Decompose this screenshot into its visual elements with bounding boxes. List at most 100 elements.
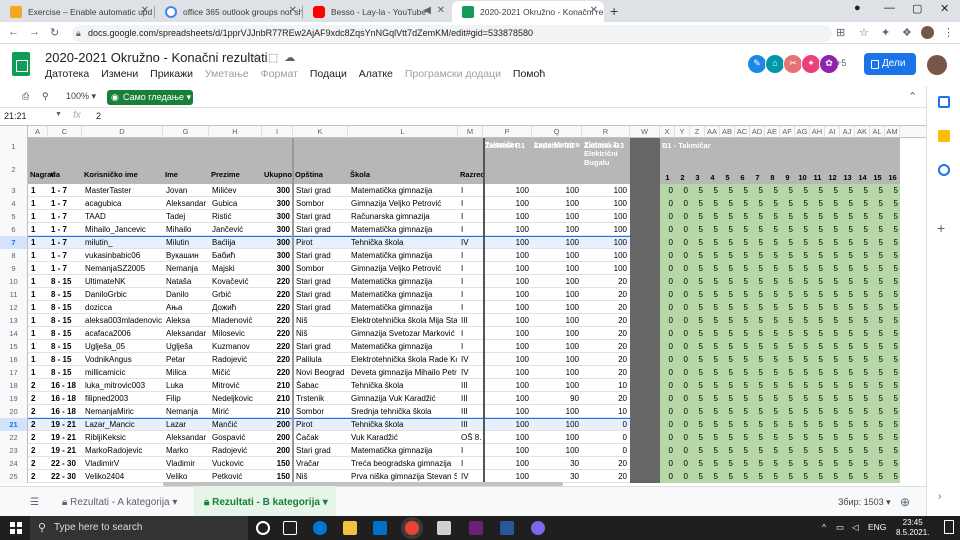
table-cell[interactable]: 19 - 21 [51, 446, 81, 455]
table-cell[interactable]: 10 [582, 407, 627, 416]
table-cell[interactable]: RibljiKeksic [85, 433, 162, 442]
score-cell[interactable]: 5 [720, 368, 733, 377]
table-cell[interactable]: 2 [31, 433, 47, 442]
table-cell[interactable]: 210 [262, 381, 290, 390]
table-cell[interactable]: 220 [262, 368, 290, 377]
puzzle-icon[interactable]: ❖ [902, 26, 912, 39]
table-cell[interactable]: Вукашин [166, 251, 208, 260]
score-cell[interactable]: 5 [735, 238, 748, 247]
table-cell[interactable]: Petar [166, 355, 208, 364]
score-cell[interactable]: 0 [660, 394, 673, 403]
score-cell[interactable]: 5 [780, 381, 793, 390]
table-cell[interactable]: 100 [483, 407, 529, 416]
table-cell[interactable]: 100 [532, 316, 579, 325]
table-cell[interactable]: VodnikAngus [85, 355, 162, 364]
column-header[interactable]: AJ [840, 126, 855, 138]
score-cell[interactable]: 5 [840, 329, 853, 338]
row-header[interactable]: 11 [0, 288, 28, 301]
score-cell[interactable]: 5 [825, 238, 838, 247]
score-cell[interactable]: 5 [840, 290, 853, 299]
table-cell[interactable]: aleksa003mladenovic [85, 316, 162, 325]
table-cell[interactable]: Stari grad [296, 251, 347, 260]
score-cell[interactable]: 5 [840, 394, 853, 403]
row-header[interactable]: 12 [0, 301, 28, 314]
score-cell[interactable]: 5 [855, 355, 868, 364]
table-cell[interactable]: Gimnazija Veljko Petrović [351, 264, 457, 273]
score-cell[interactable]: 5 [690, 420, 703, 429]
score-cell[interactable]: 0 [660, 212, 673, 221]
score-cell[interactable]: 5 [885, 381, 898, 390]
score-cell[interactable]: 5 [795, 316, 808, 325]
score-cell[interactable]: 5 [705, 212, 718, 221]
score-cell[interactable]: 5 [795, 212, 808, 221]
sheet-tab-a[interactable]: 🔒︎ Rezultati - A kategorija ▾ [62, 497, 177, 508]
score-cell[interactable]: 0 [675, 394, 688, 403]
score-cell[interactable]: 5 [810, 277, 823, 286]
more-collaborators[interactable]: +5 [836, 58, 846, 68]
score-cell[interactable]: 0 [675, 446, 688, 455]
column-header[interactable]: AI [825, 126, 840, 138]
table-cell[interactable]: Milutin [166, 238, 208, 247]
share-button[interactable]: Дели [864, 53, 916, 75]
column-header[interactable]: R [582, 126, 630, 138]
table-cell[interactable]: Šabac [296, 381, 347, 390]
table-cell[interactable]: 8 - 15 [51, 277, 81, 286]
profile-avatar[interactable] [921, 26, 934, 39]
table-cell[interactable]: 2 [31, 394, 47, 403]
score-cell[interactable]: 5 [750, 433, 763, 442]
score-cell[interactable]: 5 [735, 212, 748, 221]
table-cell[interactable]: Srednja tehnička škola [351, 407, 457, 416]
row-header[interactable]: 20 [0, 405, 28, 418]
table-cell[interactable]: Matematička gimnazija [351, 342, 457, 351]
score-cell[interactable]: 5 [825, 381, 838, 390]
column-header[interactable]: AL [870, 126, 885, 138]
table-cell[interactable]: 20 [582, 394, 627, 403]
table-cell[interactable]: 300 [262, 186, 290, 195]
score-cell[interactable]: 5 [840, 420, 853, 429]
browser-tab[interactable]: Besso - Lay-la - YouTube ◀ ✕ [303, 1, 451, 22]
score-cell[interactable]: 5 [840, 355, 853, 364]
score-cell[interactable]: 5 [690, 316, 703, 325]
table-cell[interactable]: 220 [262, 290, 290, 299]
table-cell[interactable]: 100 [532, 407, 579, 416]
score-cell[interactable]: 5 [825, 277, 838, 286]
table-cell[interactable]: Mičić [212, 368, 261, 377]
table-cell[interactable]: Jančević [212, 225, 261, 234]
score-cell[interactable]: 0 [675, 355, 688, 364]
table-cell[interactable]: 8 - 15 [51, 290, 81, 299]
score-cell[interactable]: 5 [840, 459, 853, 468]
score-cell[interactable]: 5 [765, 303, 778, 312]
table-cell[interactable]: 1 [31, 212, 47, 221]
table-cell[interactable]: I [461, 251, 482, 260]
score-cell[interactable]: 0 [675, 368, 688, 377]
score-cell[interactable]: 5 [795, 472, 808, 481]
score-cell[interactable]: 5 [735, 277, 748, 286]
score-cell[interactable]: 5 [840, 238, 853, 247]
score-cell[interactable]: 5 [735, 303, 748, 312]
table-cell[interactable]: 100 [582, 186, 627, 195]
menu-help[interactable]: Помоћ [513, 68, 545, 80]
table-cell[interactable]: I [461, 199, 482, 208]
url-field[interactable]: 🔒︎ docs.google.com/spreadsheets/d/1pprVJ… [72, 25, 832, 42]
table-cell[interactable]: 30 [532, 472, 579, 481]
score-cell[interactable]: 5 [795, 277, 808, 286]
formula-input[interactable]: 2 [96, 111, 101, 121]
table-cell[interactable]: Mančić [212, 420, 261, 429]
score-cell[interactable]: 5 [795, 459, 808, 468]
table-cell[interactable]: 100 [582, 238, 627, 247]
table-cell[interactable]: Filip [166, 394, 208, 403]
score-cell[interactable]: 5 [765, 264, 778, 273]
table-cell[interactable]: 1 [31, 277, 47, 286]
table-cell[interactable]: Računarska gimnazija [351, 212, 457, 221]
table-cell[interactable]: Vračar [296, 459, 347, 468]
table-cell[interactable]: 100 [532, 212, 579, 221]
score-cell[interactable]: 5 [705, 433, 718, 442]
column-header[interactable]: Q [532, 126, 582, 138]
score-cell[interactable]: 5 [810, 368, 823, 377]
score-cell[interactable]: 5 [720, 446, 733, 455]
score-cell[interactable]: 5 [810, 355, 823, 364]
table-cell[interactable]: 100 [532, 264, 579, 273]
table-cell[interactable]: 1 [31, 251, 47, 260]
browser-menu-icon[interactable]: ● [854, 2, 861, 14]
score-cell[interactable]: 5 [795, 186, 808, 195]
